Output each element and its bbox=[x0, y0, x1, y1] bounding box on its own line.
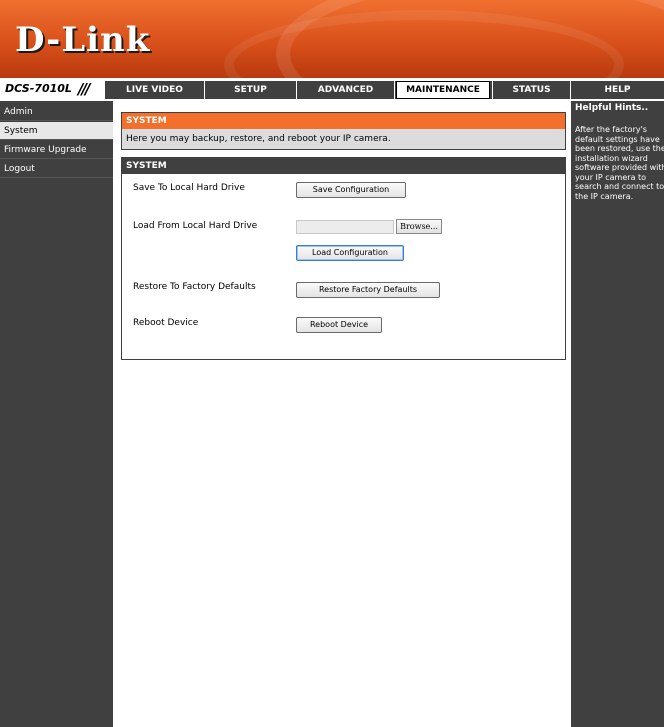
help-title: Helpful Hints.. bbox=[575, 103, 649, 113]
reboot-device-button[interactable]: Reboot Device bbox=[296, 317, 382, 333]
load-label: Load From Local Hard Drive bbox=[133, 221, 258, 231]
help-text: After the factory's default settings hav… bbox=[575, 125, 664, 201]
tab-live-video[interactable]: LIVE VIDEO bbox=[104, 81, 204, 99]
model-name: DCS-7010L bbox=[5, 82, 72, 95]
intro-text: Here you may backup, restore, and reboot… bbox=[122, 129, 565, 149]
slashes-decoration: /// bbox=[78, 80, 91, 98]
intro-title: SYSTEM bbox=[122, 113, 565, 129]
browse-button[interactable]: Browse... bbox=[396, 219, 442, 234]
file-path-input[interactable] bbox=[296, 220, 394, 234]
restore-factory-defaults-button[interactable]: Restore Factory Defaults bbox=[296, 282, 440, 298]
model-label-box: DCS-7010L /// bbox=[0, 80, 104, 99]
sidebar-item-logout[interactable]: Logout bbox=[0, 160, 113, 178]
sidebar: Admin System Firmware Upgrade Logout bbox=[0, 101, 113, 727]
sidebar-item-firmware-upgrade[interactable]: Firmware Upgrade bbox=[0, 141, 113, 159]
system-title: SYSTEM bbox=[122, 158, 565, 174]
save-label: Save To Local Hard Drive bbox=[133, 183, 245, 193]
sidebar-item-system[interactable]: System bbox=[0, 122, 113, 140]
tab-help[interactable]: HELP bbox=[570, 81, 664, 99]
dlink-logo: D-Link bbox=[15, 20, 151, 60]
restore-label: Restore To Factory Defaults bbox=[133, 282, 256, 292]
help-panel: Helpful Hints.. After the factory's defa… bbox=[571, 101, 664, 727]
save-configuration-button[interactable]: Save Configuration bbox=[296, 182, 406, 198]
sidebar-item-admin[interactable]: Admin bbox=[0, 103, 113, 121]
header-banner: D-Link bbox=[0, 0, 664, 78]
intro-panel: SYSTEM Here you may backup, restore, and… bbox=[121, 112, 566, 150]
reboot-label: Reboot Device bbox=[133, 318, 199, 328]
tab-maintenance[interactable]: MAINTENANCE bbox=[396, 81, 490, 99]
tab-status[interactable]: STATUS bbox=[492, 81, 570, 99]
load-configuration-button[interactable]: Load Configuration bbox=[296, 245, 404, 261]
tab-setup[interactable]: SETUP bbox=[204, 81, 296, 99]
tab-advanced[interactable]: ADVANCED bbox=[296, 81, 394, 99]
